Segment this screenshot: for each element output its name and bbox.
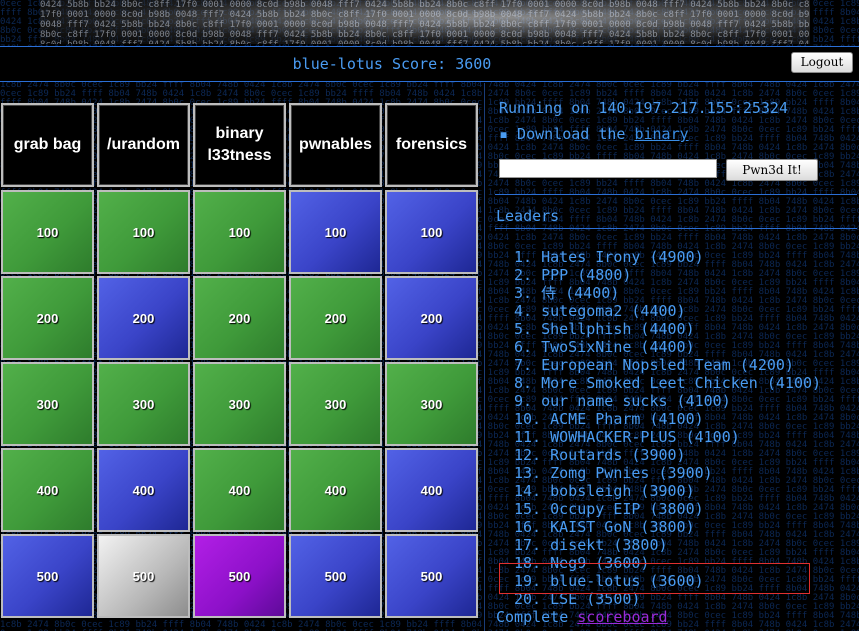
challenge-tile[interactable]: 200 xyxy=(289,276,382,360)
challenge-tile[interactable]: 300 xyxy=(385,362,478,446)
challenge-tile[interactable]: 500 xyxy=(97,534,190,618)
challenge-board: grab bag/urandom binary l33tness pwnables f… xyxy=(0,101,480,631)
challenge-tile[interactable]: 200 xyxy=(1,276,94,360)
banner-hex-overlay: 0424 5b8b bb24 8b0c c8ff 17f0 0001 0000 … xyxy=(40,0,810,44)
challenge-tile[interactable]: 300 xyxy=(97,362,190,446)
challenge-tile[interactable]: 100 xyxy=(289,190,382,274)
leader-entry: 5. Shellphish (4400) xyxy=(514,320,695,338)
challenge-tile[interactable]: 100 xyxy=(1,190,94,274)
challenge-tile[interactable]: 200 xyxy=(97,276,190,360)
challenge-tile[interactable]: 100 xyxy=(385,190,478,274)
scoreboard-link[interactable]: scoreboard xyxy=(577,608,667,626)
challenge-tile[interactable]: 300 xyxy=(193,362,286,446)
leader-entry: 1. Hates Irony (4900) xyxy=(514,248,704,266)
panel-divider xyxy=(484,83,485,631)
leader-entry: 8. More Smoked Leet Chicken (4100) xyxy=(514,374,822,392)
challenge-tile[interactable]: 100 xyxy=(97,190,190,274)
leader-entry: 17. disekt (3800) xyxy=(514,536,668,554)
category-header: binary l33tness xyxy=(193,103,286,187)
challenge-tile[interactable]: 400 xyxy=(97,448,190,532)
category-header: /urandom xyxy=(97,103,190,187)
challenge-tile[interactable]: 400 xyxy=(1,448,94,532)
leader-entry: 15. 0ccupy EIP (3800) xyxy=(514,500,704,518)
leader-entry: 2. PPP (4800) xyxy=(514,266,632,284)
current-team-highlight xyxy=(499,563,810,594)
challenge-tile[interactable]: 500 xyxy=(289,534,382,618)
leader-entry: 16. KAIST GoN (3800) xyxy=(514,518,695,536)
download-line: ▪ Download the binary xyxy=(499,125,689,143)
challenge-tile[interactable]: 400 xyxy=(193,448,286,532)
server-address: Running on 140.197.217.155:25324 xyxy=(499,99,788,117)
leader-entry: 10. ACME Pharm (4100) xyxy=(514,410,704,428)
leader-entry: 11. WOWHACKER-PLUS (4100) xyxy=(514,428,740,446)
leader-entry: 3. 侍 (4400) xyxy=(514,284,620,302)
leader-entry: 13. Zomg Pwnies (3900) xyxy=(514,464,713,482)
logout-button[interactable]: Logout xyxy=(791,52,853,73)
leader-entry: 4. sutegoma2 (4400) xyxy=(514,302,686,320)
category-header: forensics xyxy=(385,103,478,187)
leader-entry: 14. bobsleigh (3900) xyxy=(514,482,695,500)
flag-input[interactable] xyxy=(499,159,717,178)
leader-entry: 6. TwoSixNine (4400) xyxy=(514,338,695,356)
submit-flag-button[interactable]: Pwn3d It! xyxy=(726,159,818,181)
challenge-tile[interactable]: 500 xyxy=(193,534,286,618)
download-text: ▪ Download the xyxy=(499,125,635,143)
complete-line: Complete scoreboard xyxy=(496,608,668,626)
divider xyxy=(495,228,857,229)
header-bar: blue-lotus Score: 3600 Logout xyxy=(0,46,859,82)
category-header: grab bag xyxy=(1,103,94,187)
team-score: blue-lotus Score: 3600 xyxy=(292,55,492,73)
challenge-tile[interactable]: 300 xyxy=(1,362,94,446)
challenge-tile[interactable]: 200 xyxy=(193,276,286,360)
divider xyxy=(495,194,857,195)
download-binary-link[interactable]: binary xyxy=(634,125,688,143)
leaders-list: 1. Hates Irony (4900) 2. PPP (4800) 3. 侍 (… xyxy=(514,248,821,608)
category-header: pwnables xyxy=(289,103,382,187)
leader-entry: 7. European Nopsled Team (4200) xyxy=(514,356,794,374)
challenge-tile[interactable]: 400 xyxy=(385,448,478,532)
challenge-tile[interactable]: 500 xyxy=(385,534,478,618)
leaders-heading: Leaders xyxy=(496,207,560,225)
challenge-tile[interactable]: 200 xyxy=(385,276,478,360)
challenge-tile[interactable]: 400 xyxy=(289,448,382,532)
challenge-tile[interactable]: 100 xyxy=(193,190,286,274)
challenge-tile[interactable]: 300 xyxy=(289,362,382,446)
complete-text: Complete xyxy=(496,608,578,626)
leader-entry: 12. Routards (3900) xyxy=(514,446,686,464)
leader-entry: 9. our name sucks (4100) xyxy=(514,392,731,410)
challenge-tile[interactable]: 500 xyxy=(1,534,94,618)
